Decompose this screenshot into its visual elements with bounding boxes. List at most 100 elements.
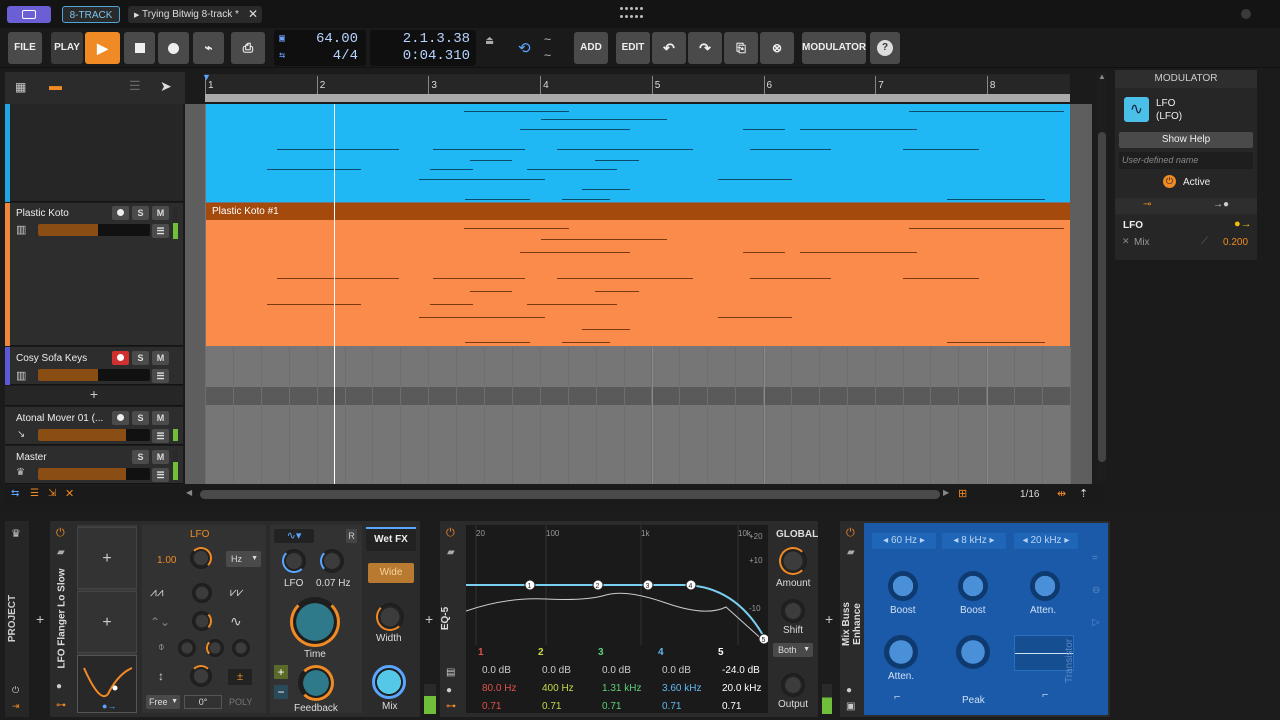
volume-fader[interactable]: [38, 369, 150, 381]
saw-wave-icon[interactable]: ⩘⩘: [150, 585, 164, 600]
amount-knob[interactable]: [190, 665, 212, 687]
high-freq-selector[interactable]: ◂ 20 kHz ▸: [1014, 533, 1078, 549]
snap-icon[interactable]: ⊞: [958, 487, 967, 500]
zoom-fit-icon[interactable]: ⇹: [1057, 487, 1066, 500]
power-icon[interactable]: ⏻: [12, 685, 19, 696]
depth-knob[interactable]: [206, 639, 224, 657]
folder-icon[interactable]: ▰: [847, 547, 855, 558]
lfo-amount-knob[interactable]: [282, 549, 306, 573]
track-name[interactable]: Master: [16, 452, 47, 463]
print-button[interactable]: ⎙: [231, 32, 265, 64]
mute-button[interactable]: M: [152, 351, 169, 365]
delete-button[interactable]: ⊗: [760, 32, 794, 64]
band-gain[interactable]: 0.0 dB: [542, 665, 571, 676]
add-device-icon[interactable]: +: [425, 611, 433, 627]
width-knob[interactable]: [376, 603, 404, 631]
both-dropdown[interactable]: Both ▼: [773, 643, 813, 657]
eq-band-column[interactable]: 2 0.0 dB 400 Hz 0.71: [530, 647, 588, 712]
unit-dropdown[interactable]: Hz ▼: [226, 551, 261, 567]
modulator-button[interactable]: MODULATOR: [802, 32, 866, 64]
playhead-marker-icon[interactable]: ▼: [202, 72, 211, 82]
track-header-master[interactable]: Master S M ♛ ☰: [5, 446, 183, 484]
rate-value[interactable]: 1.00: [157, 555, 176, 566]
ramp-wave-icon[interactable]: ⩗⩗: [230, 585, 244, 600]
folder-icon[interactable]: ▰: [447, 547, 455, 558]
mid-boost-knob[interactable]: [958, 571, 988, 601]
routing-icon[interactable]: ⇆: [11, 488, 19, 499]
high-atten-knob[interactable]: [1030, 571, 1060, 601]
add-track-button[interactable]: +: [5, 386, 183, 406]
band-number[interactable]: 4: [658, 647, 664, 658]
loop-icon[interactable]: ⟲: [518, 39, 531, 58]
band-freq[interactable]: 400 Hz: [542, 683, 574, 694]
track-menu-button[interactable]: ☰: [152, 224, 169, 238]
output-knob[interactable]: [781, 673, 805, 697]
mod-target-tab-icon[interactable]: →●: [1213, 199, 1229, 210]
remove-x-icon[interactable]: ✕: [1122, 236, 1130, 247]
display-icon[interactable]: ▤: [446, 667, 455, 678]
solo-button[interactable]: S: [132, 206, 149, 220]
shift-knob[interactable]: [781, 599, 805, 623]
close-tab-icon[interactable]: ✕: [248, 6, 258, 23]
track-menu-button[interactable]: ☰: [152, 429, 169, 443]
feedback-knob[interactable]: [298, 665, 334, 701]
clip-plastic-koto[interactable]: [206, 220, 1070, 346]
mix-value[interactable]: 0.200: [1223, 237, 1248, 248]
clipboard-button[interactable]: ⎘: [724, 32, 758, 64]
band-gain[interactable]: -24.0 dB: [722, 665, 760, 676]
band-q[interactable]: 0.71: [722, 701, 741, 712]
timeline-ruler[interactable]: 12345678 ▼: [202, 72, 1070, 102]
track-header-atonal-mover[interactable]: Atonal Mover 01 (... S M ↘ ☰: [5, 407, 183, 445]
file-tab[interactable]: ▶ Trying Bitwig 8-track * ✕: [128, 6, 262, 23]
play-button[interactable]: ▶: [85, 32, 120, 64]
low-boost-knob[interactable]: [888, 571, 918, 601]
shape-knob[interactable]: [192, 583, 212, 603]
modulator-arrow-icon[interactable]: ⊶: [56, 700, 66, 711]
tri-wave-icon[interactable]: ⌃⌄: [150, 615, 170, 629]
time-signature[interactable]: 4/4: [333, 48, 358, 64]
close-x-icon[interactable]: ✕: [65, 487, 74, 500]
add-modulator-slot[interactable]: +: [77, 527, 137, 589]
mod-connect-icon[interactable]: ●→: [1234, 218, 1252, 230]
fill-icon[interactable]: ∼: [544, 48, 551, 63]
eq-band-column[interactable]: 3 0.0 dB 1.31 kHz 0.71: [590, 647, 648, 712]
offset-knob[interactable]: [232, 639, 250, 657]
add-button[interactable]: ADD: [574, 32, 608, 64]
eq-band-column[interactable]: 4 0.0 dB 3.60 kHz 0.71: [650, 647, 708, 712]
power-icon[interactable]: ⏻: [56, 527, 65, 540]
band-gain[interactable]: 0.0 dB: [602, 665, 631, 676]
follow-icon[interactable]: ⇲: [48, 488, 56, 499]
eq-band-column[interactable]: 1 0.0 dB 80.0 Hz 0.71: [470, 647, 528, 712]
wide-button[interactable]: Wide: [368, 563, 414, 583]
vertical-scrollbar[interactable]: ▲: [1097, 72, 1107, 482]
track-header-top[interactable]: [5, 104, 183, 202]
band-q[interactable]: 0.71: [602, 701, 621, 712]
eq-band-column[interactable]: 5 -24.0 dB 20.0 kHz 0.71: [710, 647, 768, 712]
free-dropdown[interactable]: Free ▼: [146, 695, 180, 709]
track-header-plastic-koto[interactable]: Plastic Koto S M ▥ ☰: [5, 203, 183, 346]
band-q[interactable]: 0.71: [542, 701, 561, 712]
mod-source-tab-icon[interactable]: ⊸: [1143, 199, 1151, 210]
volume-fader[interactable]: [38, 468, 150, 480]
add-device-icon[interactable]: +: [825, 611, 833, 627]
peak-knob[interactable]: [956, 635, 990, 669]
low-freq-selector[interactable]: ◂ 60 Hz ▸: [872, 533, 936, 549]
info-icon[interactable]: ●: [846, 685, 852, 696]
time-knob[interactable]: [290, 597, 340, 647]
show-help-button[interactable]: Show Help: [1119, 132, 1253, 148]
side-link-icon[interactable]: ⊖: [1092, 585, 1100, 596]
mix-knob[interactable]: [372, 665, 406, 699]
band-number[interactable]: 1: [478, 647, 484, 658]
user-name-input[interactable]: User-defined name: [1119, 152, 1253, 169]
record-arm-button[interactable]: [112, 351, 129, 365]
lock-icon[interactable]: ▣: [846, 701, 855, 712]
power-icon[interactable]: ⏻: [846, 527, 855, 540]
add-mod-button[interactable]: +: [274, 665, 288, 679]
eq-graph[interactable]: 20 100 1k 10k +20 +10 -10 1 2 3 4 5 1 0.0 dB 80.0 Hz 0…: [465, 525, 770, 713]
phase-knob[interactable]: [178, 639, 196, 657]
solo-button[interactable]: S: [132, 411, 149, 425]
remove-mod-button[interactable]: −: [274, 685, 288, 699]
band-number[interactable]: 3: [598, 647, 604, 658]
track-menu-button[interactable]: ☰: [152, 468, 169, 482]
band-freq[interactable]: 1.31 kHz: [602, 683, 641, 694]
